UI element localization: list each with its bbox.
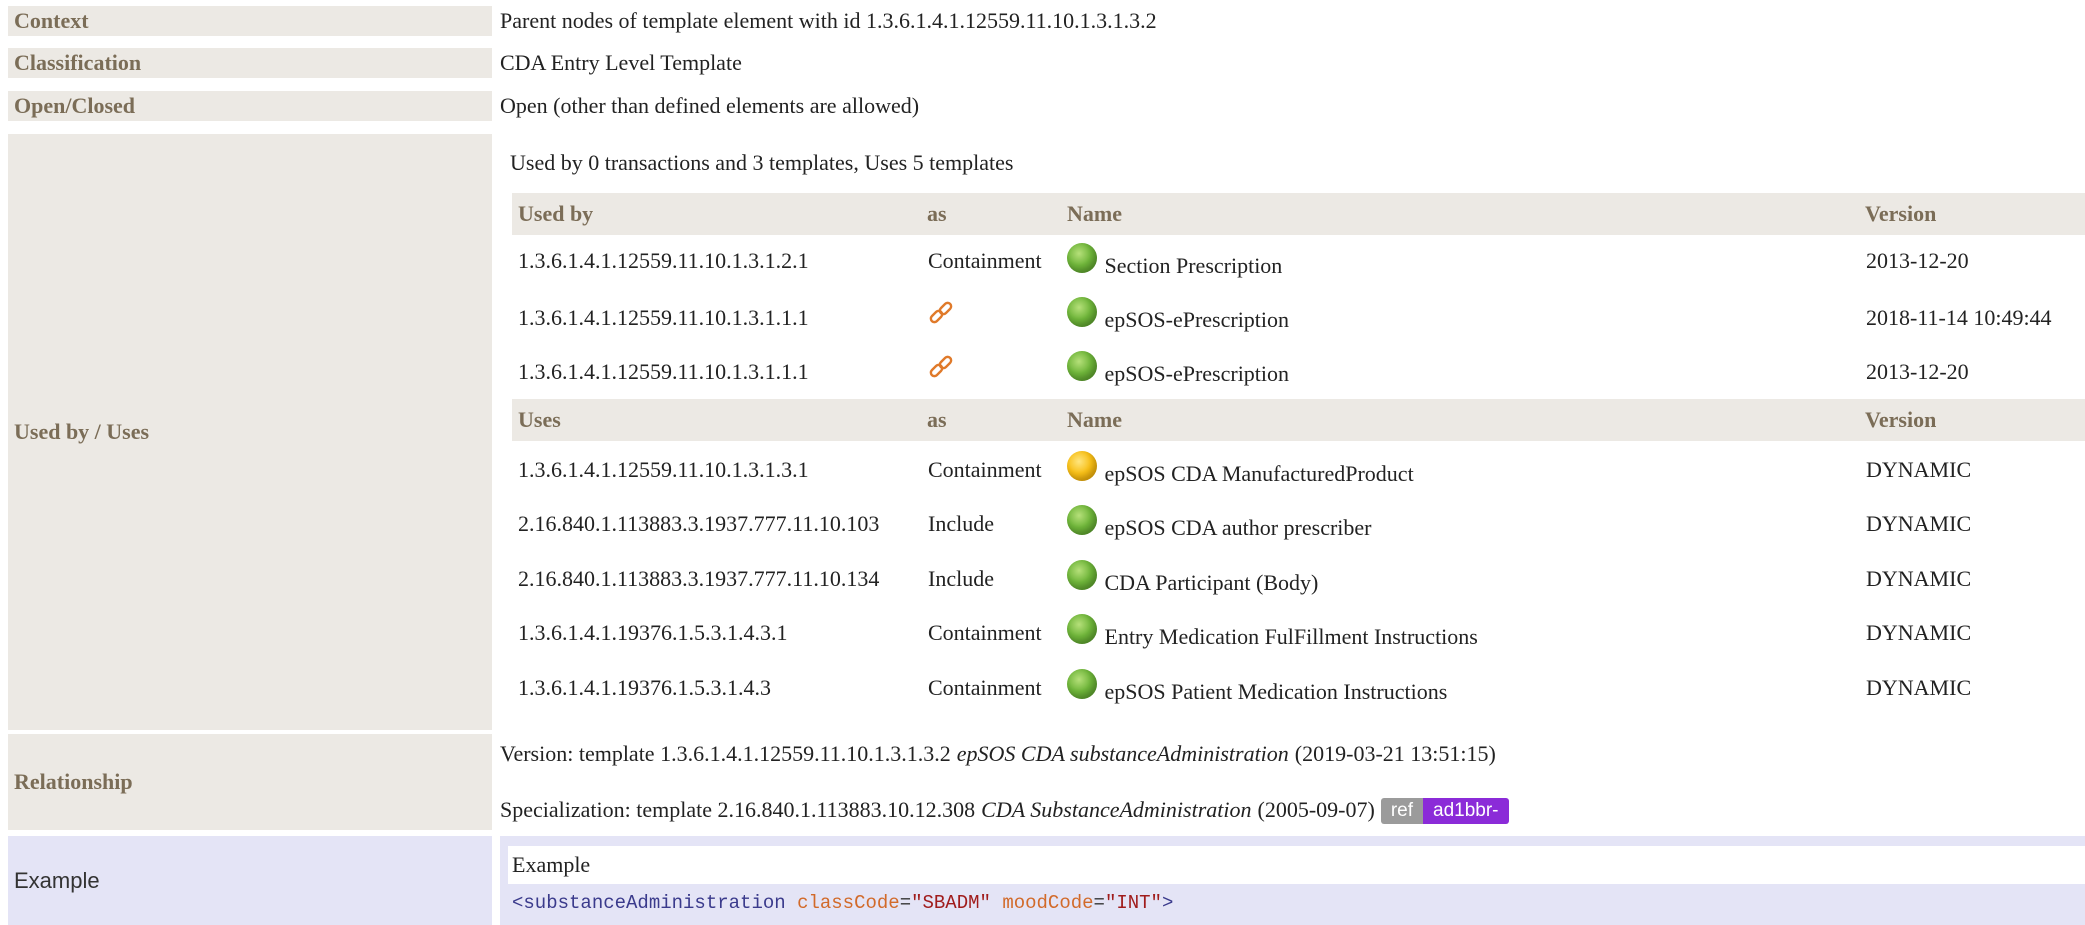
association-type: Containment (928, 248, 1042, 273)
template-name-cell: Section Prescription (1067, 243, 1282, 279)
template-version: DYNAMIC (1866, 566, 1972, 591)
specialization-template-link[interactable]: Specialization: template 2.16.840.1.1138… (500, 797, 975, 823)
classification-label: Classification (8, 48, 492, 78)
template-name-cell: epSOS CDA author prescriber (1067, 505, 1372, 541)
template-version: 2013-12-20 (1866, 359, 1969, 384)
template-name-cell: CDA Participant (Body) (1067, 560, 1318, 596)
version-template-link[interactable]: Version: template 1.3.6.1.4.1.12559.11.1… (500, 741, 951, 767)
version-template-name: epSOS CDA substanceAdministration (956, 741, 1289, 766)
as-col-header: as (927, 407, 947, 432)
code-attr-moodcode: moodCode (1002, 892, 1094, 914)
template-id-link[interactable]: 1.3.6.1.4.1.19376.1.5.3.1.4.3 (518, 675, 771, 701)
association-type: Containment (928, 675, 1042, 700)
status-active-icon (1067, 505, 1097, 535)
ref-badge-label: ref (1380, 798, 1423, 824)
status-active-icon (1067, 297, 1097, 327)
template-name-link[interactable]: Entry Medication FulFillment Instruction… (1105, 624, 1478, 649)
link-icon[interactable] (928, 355, 954, 387)
relationship-version: Version: template 1.3.6.1.4.1.12559.11.1… (500, 738, 1496, 770)
open-closed-label: Open/Closed (8, 91, 492, 121)
template-name-cell: epSOS-ePrescription (1067, 297, 1289, 333)
ref-badge: ref ad1bbr- (1380, 796, 1509, 824)
example-code: <substanceAdministration classCode="SBAD… (512, 892, 1173, 914)
template-version: 2013-12-20 (1866, 248, 1969, 273)
template-version: DYNAMIC (1866, 457, 1972, 482)
template-version: DYNAMIC (1866, 675, 1972, 700)
context-value: Parent nodes of template element with id… (500, 8, 1157, 33)
specialization-template-date: (2005-09-07) (1257, 797, 1375, 822)
status-active-icon (1067, 614, 1097, 644)
association-type: Containment (928, 620, 1042, 645)
uses-row: 1.3.6.1.4.1.19376.1.5.3.1.4.3.1 Containm… (512, 604, 2085, 658)
template-version: DYNAMIC (1866, 511, 1972, 536)
template-version: DYNAMIC (1866, 620, 1972, 645)
version-template-date: (2019-03-21 13:51:15) (1294, 741, 1496, 766)
usage-summary: Used by 0 transactions and 3 templates, … (510, 150, 1014, 175)
code-equals: = (899, 892, 912, 914)
status-active-icon (1067, 560, 1097, 590)
relationship-label: Relationship (8, 734, 492, 830)
template-name-cell: epSOS CDA ManufacturedProduct (1067, 451, 1414, 487)
uses-col-header: Uses (518, 407, 561, 432)
relationship-specialization: Specialization: template 2.16.840.1.1138… (500, 794, 1509, 826)
open-closed-value: Open (other than defined elements are al… (500, 93, 920, 118)
uses-table-header: Uses as Name Version (512, 399, 2085, 441)
status-active-icon (1067, 243, 1097, 273)
template-name-link[interactable]: epSOS CDA ManufacturedProduct (1105, 461, 1414, 486)
name-col-header: Name (1067, 407, 1122, 432)
context-label: Context (8, 6, 492, 36)
template-name-link[interactable]: epSOS-ePrescription (1105, 307, 1290, 332)
code-value-classcode: "SBADM" (911, 892, 991, 914)
template-id-link[interactable]: 2.16.840.1.113883.3.1937.777.11.10.134 (518, 566, 879, 592)
template-id-link[interactable]: 1.3.6.1.4.1.12559.11.10.1.3.1.1.1 (518, 305, 809, 331)
template-name-link[interactable]: Section Prescription (1105, 253, 1283, 278)
template-id-link[interactable]: 1.3.6.1.4.1.19376.1.5.3.1.4.3.1 (518, 620, 788, 646)
classification-value: CDA Entry Level Template (500, 50, 742, 75)
used-by-row: 1.3.6.1.4.1.12559.11.10.1.3.1.1.1 epSOS-… (512, 289, 2085, 343)
code-attr-classcode: classCode (797, 892, 900, 914)
template-name-link[interactable]: epSOS-ePrescription (1105, 361, 1290, 386)
status-active-icon (1067, 669, 1097, 699)
template-name-cell: epSOS Patient Medication Instructions (1067, 669, 1447, 705)
uses-row: 1.3.6.1.4.1.12559.11.10.1.3.1.3.1 Contai… (512, 441, 2085, 495)
code-equals: = (1093, 892, 1105, 914)
code-tag: substanceAdministration (523, 892, 786, 914)
association-type: Containment (928, 457, 1042, 482)
template-name-cell: epSOS-ePrescription (1067, 351, 1289, 387)
template-id-link[interactable]: 1.3.6.1.4.1.12559.11.10.1.3.1.2.1 (518, 248, 809, 274)
used-by-row: 1.3.6.1.4.1.12559.11.10.1.3.1.1.1 epSOS-… (512, 343, 2085, 397)
template-name-cell: Entry Medication FulFillment Instruction… (1067, 614, 1478, 650)
code-value-moodcode: "INT" (1104, 892, 1162, 914)
specialization-template-name: CDA SubstanceAdministration (981, 797, 1252, 822)
status-active-icon (1067, 351, 1097, 381)
template-id-link[interactable]: 1.3.6.1.4.1.12559.11.10.1.3.1.3.1 (518, 457, 809, 483)
template-details-page: Context Parent nodes of template element… (0, 0, 2085, 925)
ref-badge-prefix: ad1bbr- (1423, 798, 1509, 824)
status-draft-icon (1067, 451, 1097, 481)
uses-row: 2.16.840.1.113883.3.1937.777.11.10.103 I… (512, 495, 2085, 549)
template-version: 2018-11-14 10:49:44 (1866, 305, 2052, 330)
example-title: Example (508, 846, 2085, 884)
code-close-bracket: > (1161, 892, 1174, 914)
template-name-link[interactable]: CDA Participant (Body) (1105, 570, 1319, 595)
template-id-link[interactable]: 2.16.840.1.113883.3.1937.777.11.10.103 (518, 511, 879, 537)
version-col-header: Version (1865, 407, 1937, 432)
template-name-link[interactable]: epSOS Patient Medication Instructions (1105, 679, 1448, 704)
used-by-uses-label: Used by / Uses (8, 134, 492, 730)
example-label: Example (8, 836, 492, 925)
used-by-col-header: Used by (518, 201, 594, 226)
uses-row: 1.3.6.1.4.1.19376.1.5.3.1.4.3 Containmen… (512, 658, 2085, 712)
uses-row: 2.16.840.1.113883.3.1937.777.11.10.134 I… (512, 549, 2085, 603)
template-name-link[interactable]: epSOS CDA author prescriber (1105, 515, 1372, 540)
version-col-header: Version (1865, 201, 1937, 226)
template-id-link[interactable]: 1.3.6.1.4.1.12559.11.10.1.3.1.1.1 (518, 359, 809, 385)
association-type: Include (928, 566, 994, 591)
association-type: Include (928, 511, 994, 536)
link-icon[interactable] (928, 301, 954, 333)
code-open-bracket: < (512, 892, 524, 914)
used-by-row: 1.3.6.1.4.1.12559.11.10.1.3.1.2.1 Contai… (512, 235, 2085, 289)
as-col-header: as (927, 201, 947, 226)
name-col-header: Name (1067, 201, 1122, 226)
used-by-table-header: Used by as Name Version (512, 193, 2085, 235)
